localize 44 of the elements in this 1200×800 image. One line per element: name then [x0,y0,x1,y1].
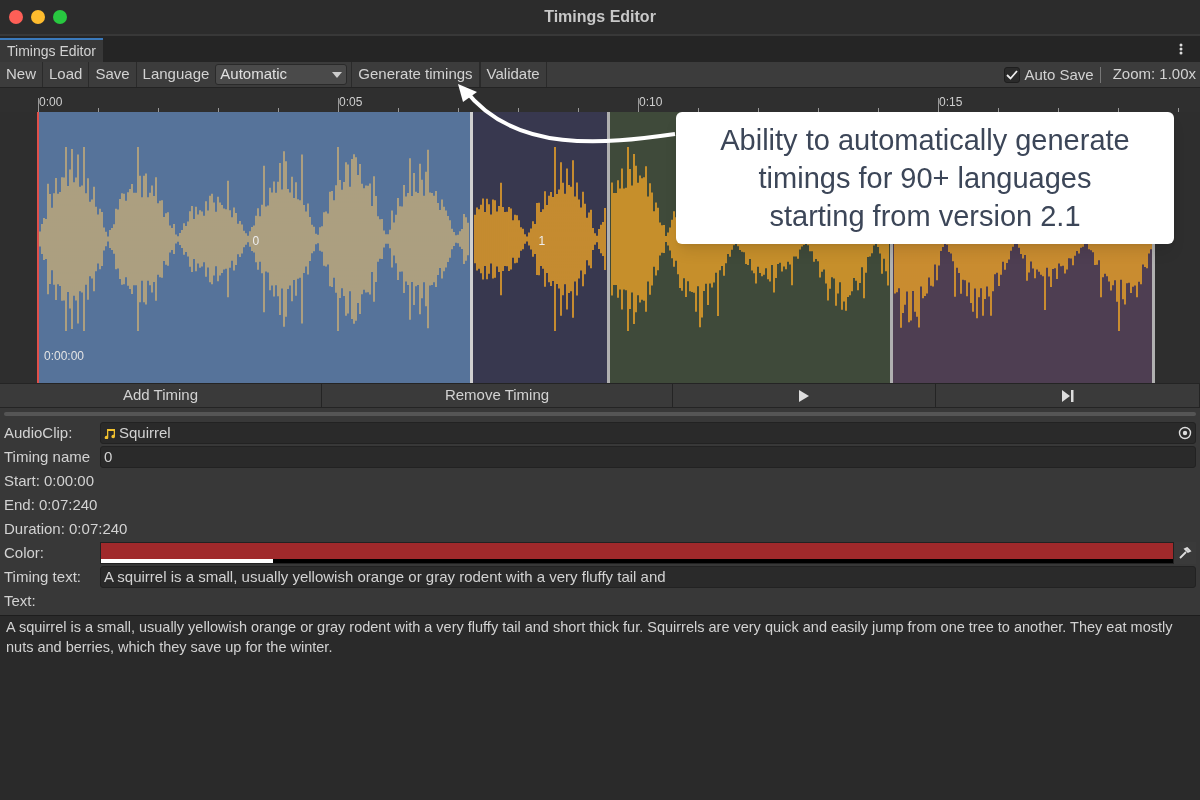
segment-label: 0 [252,233,260,250]
field-label: Timing name [4,446,92,467]
start-time-label: 0:00:00 [44,348,85,365]
info-label: End: 0:07:240 [4,494,98,515]
field-label: AudioClip: [4,422,74,443]
play-icon [799,389,809,402]
text-field[interactable]: A squirrel is a small, usually yellowish orange or gray rodent with a very fluffy tail and [100,566,1196,588]
caret-icon [332,71,343,78]
control-button[interactable]: Remove Timing [322,384,673,407]
toolbar-button[interactable]: Save [89,62,137,87]
toolbar-button[interactable]: Validate [479,62,547,87]
more-icon[interactable] [1179,43,1183,55]
close-icon[interactable] [9,10,23,24]
info-label: Start: 0:00:00 [4,470,95,491]
language-dropdown[interactable]: Automatic [215,64,348,85]
info-label: Duration: 0:07:240 [4,518,128,539]
toolbar-button[interactable]: New [0,62,43,87]
text-area[interactable]: A squirrel is a small, usually yellowish orange or gray rodent with a very fluffy tail and short thick fur. Squirrels are very quick and easily jump from one tree to another. They eat mostly nuts and berries, which they save up for the winter. [0,615,1200,800]
skip-end-icon [1061,389,1074,402]
zoom-label: Zoom: 1.00x [1111,64,1197,85]
language-label: Language [141,64,211,85]
ruler-label: 0:00 [39,94,63,111]
audio-clip-field[interactable]: Squirrel [100,422,1196,444]
minimize-icon[interactable] [31,10,45,24]
ruler-label: 0:15 [939,94,963,111]
color-field[interactable] [100,542,1174,564]
maximize-icon[interactable] [53,10,67,24]
field-label: Color: [4,542,45,563]
ruler-label: 0:05 [339,94,363,111]
music-note-icon [104,427,116,439]
segment-label: 1 [538,233,546,250]
toolbar-button[interactable]: Load [43,62,90,87]
tab[interactable]: Timings Editor [0,38,103,62]
ruler-label: 0:10 [639,94,663,111]
check-icon [1006,69,1019,80]
target-icon[interactable] [1178,426,1192,440]
auto-save-checkbox[interactable] [1004,66,1021,83]
window-title: Timings Editor [544,7,656,27]
text-field[interactable]: 0 [100,446,1196,468]
auto-save-label: Auto Save [1024,66,1101,83]
callout-tooltip: Ability to automatically generate timings for 90+ languages starting from version 2.1 [676,112,1174,244]
control-button[interactable]: Add Timing [0,384,322,407]
field-label: Timing text: [4,566,82,587]
info-label: Text: [4,590,36,611]
